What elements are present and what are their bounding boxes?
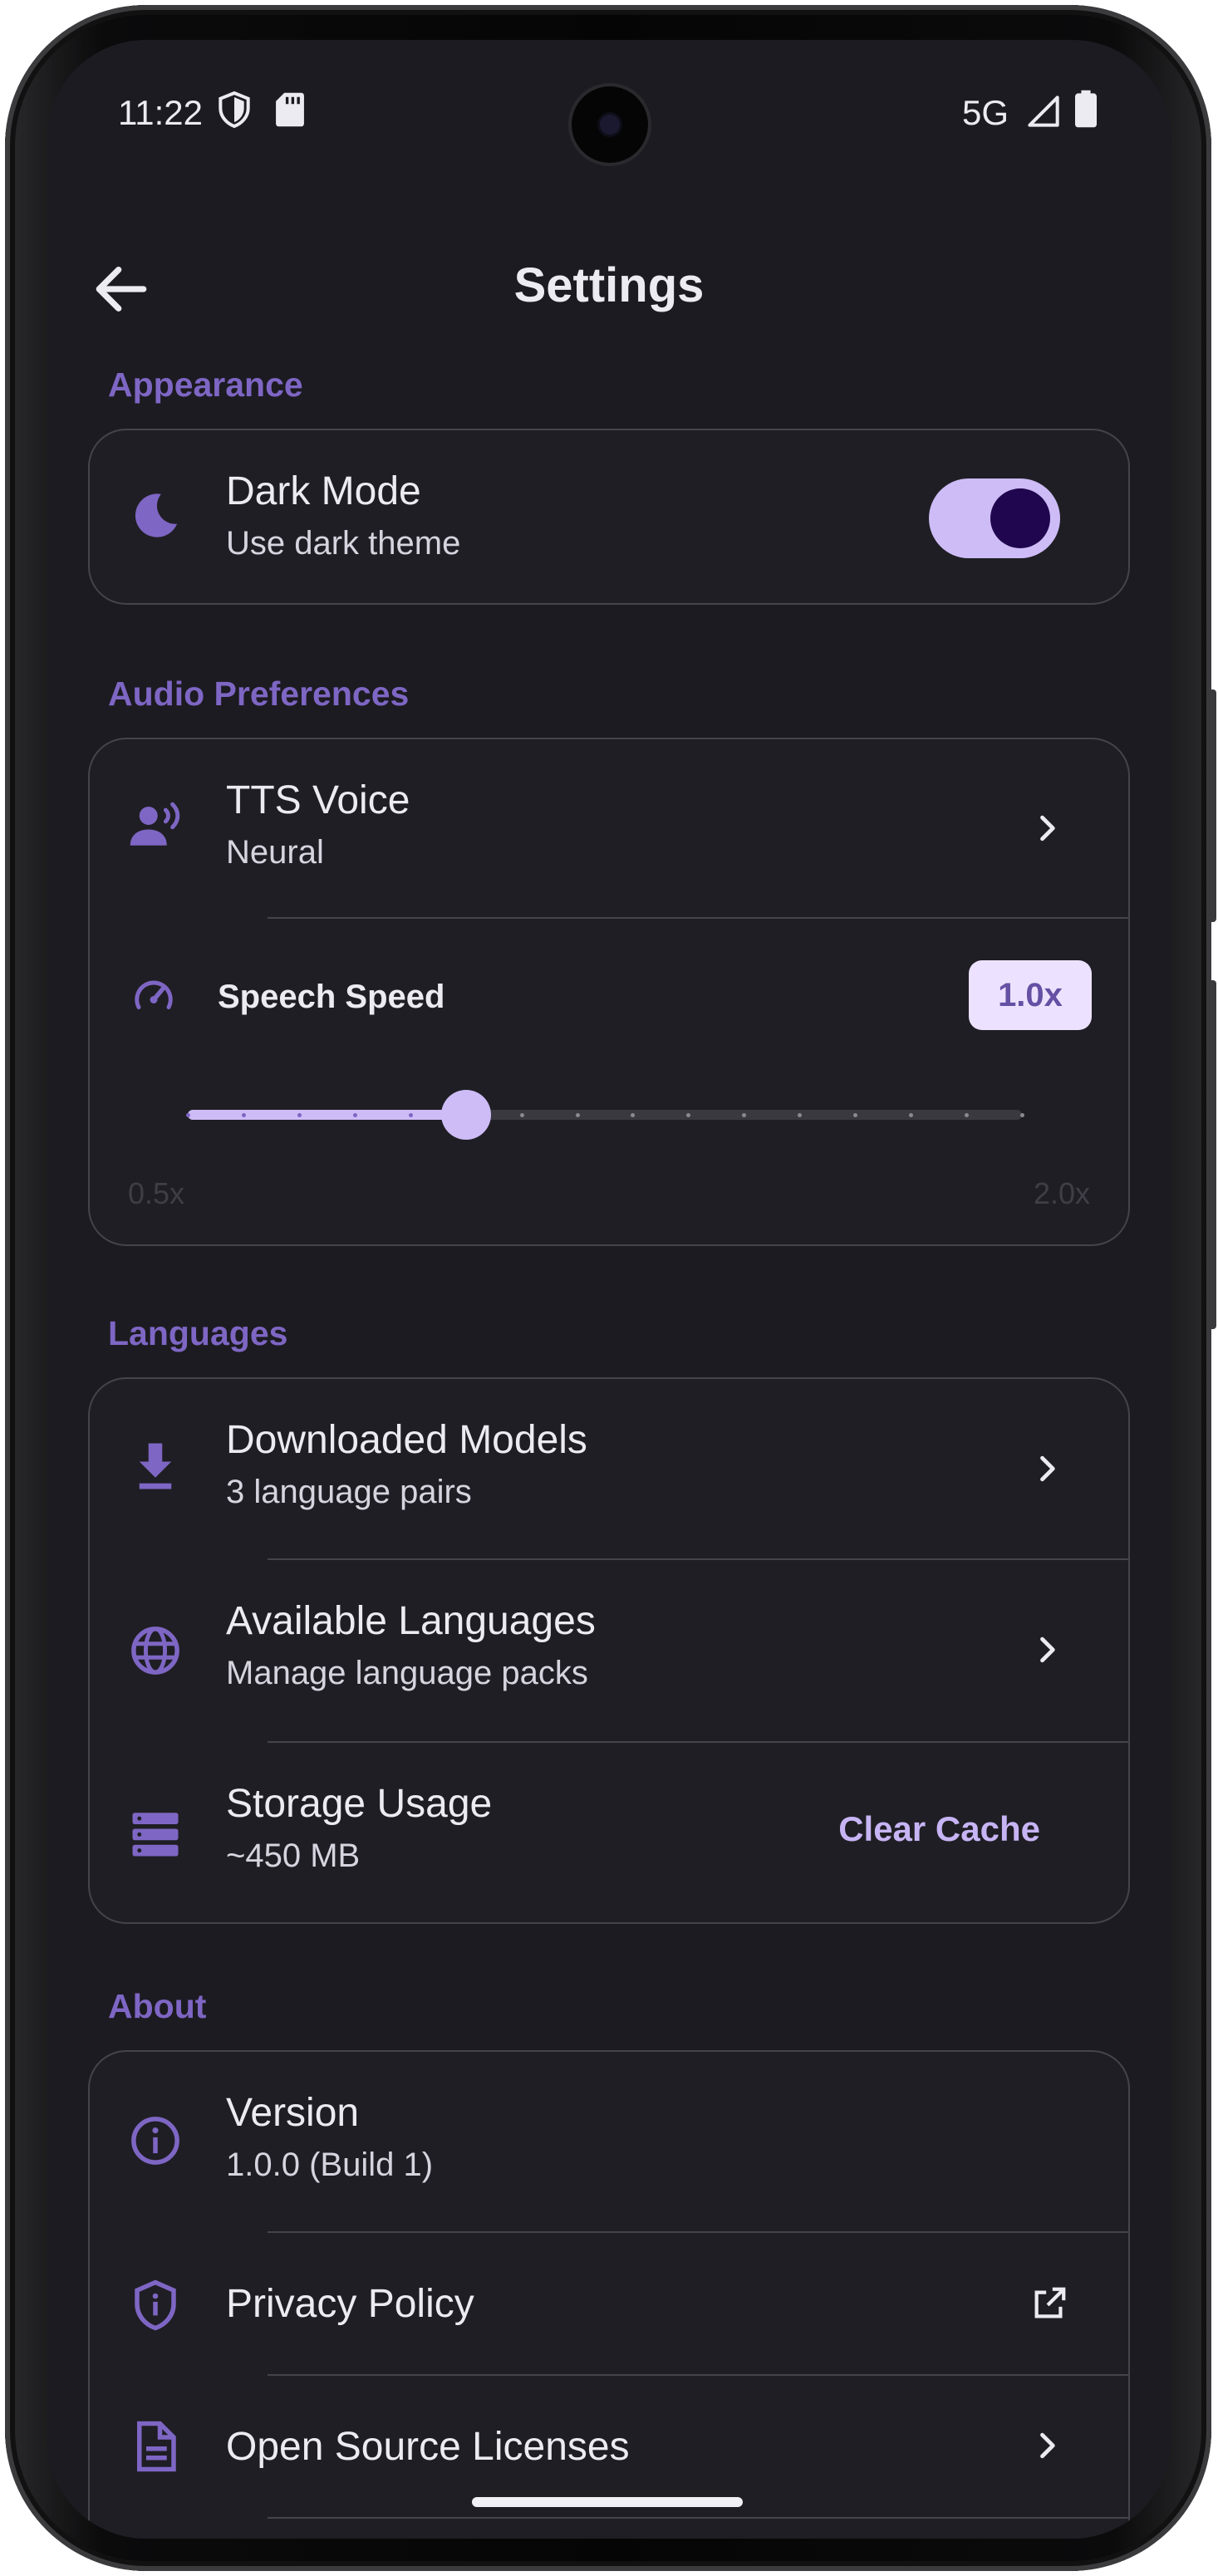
speech-speed-value-badge: 1.0x (969, 960, 1092, 1030)
languages-card: Downloaded Models 3 language pairs Avail… (88, 1377, 1130, 1924)
licenses-title: Open Source Licenses (226, 2425, 630, 2469)
section-label-appearance: Appearance (108, 366, 303, 404)
tts-voice-subtitle: Neural (226, 834, 324, 871)
app-screen: 11:22 5G Settings Appearance Dark Mode U… (47, 40, 1171, 2539)
slider-step-dot (965, 1113, 970, 1117)
toggle-knob (990, 488, 1050, 548)
download-icon (139, 1443, 172, 1489)
slider-step-dot (631, 1113, 636, 1117)
page-title: Settings (513, 258, 705, 312)
slider-step-dot (352, 1113, 357, 1117)
slider-step-dot (1020, 1113, 1024, 1117)
speedometer-icon (135, 980, 173, 1009)
chevron-right-icon (1040, 1636, 1055, 1663)
appearance-card: Dark Mode Use dark theme (88, 429, 1130, 605)
downloaded-models-title: Downloaded Models (226, 1418, 587, 1462)
speech-speed-slider[interactable] (186, 1090, 1024, 1140)
licenses-row[interactable]: Open Source Licenses (90, 2376, 1128, 2517)
globe-icon (131, 1627, 179, 1675)
shield-icon (135, 2279, 176, 2331)
slider-step-dot (575, 1113, 580, 1117)
dark-mode-title: Dark Mode (226, 469, 421, 513)
signal-icon (1027, 95, 1060, 132)
version-subtitle: 1.0.0 (Build 1) (226, 2147, 434, 2183)
slider-step-dot (742, 1113, 747, 1117)
tts-voice-title: TTS Voice (226, 778, 410, 822)
chevron-right-icon (1040, 2432, 1055, 2459)
battery-icon (1075, 90, 1097, 132)
slider-step-dot (519, 1113, 524, 1117)
voice-icon (130, 802, 180, 846)
front-camera (572, 86, 648, 163)
speech-speed-row: Speech Speed 1.0x 0.5x 2.0x (90, 919, 1128, 1244)
sd-card-icon (276, 91, 304, 132)
storage-icon (132, 1813, 179, 1857)
version-title: Version (226, 2091, 360, 2135)
slider-step-dot (853, 1113, 858, 1117)
dark-mode-subtitle: Use dark theme (226, 525, 461, 562)
speed-max-label: 2.0x (1033, 1176, 1090, 1210)
status-time: 11:22 (118, 93, 203, 132)
dark-mode-toggle[interactable] (929, 478, 1060, 558)
slider-step-dot (186, 1113, 190, 1117)
home-indicator[interactable] (472, 2497, 743, 2507)
slider-step-dot (297, 1113, 302, 1117)
network-type: 5G (961, 93, 1009, 132)
slider-step-dot (798, 1113, 803, 1117)
open-external-icon (1034, 2287, 1066, 2318)
side-button (1208, 980, 1216, 1329)
side-button (1208, 689, 1216, 922)
privacy-policy-row[interactable]: Privacy Policy (90, 2233, 1128, 2374)
audio-card: TTS Voice Neural Speech Speed 1.0x 0.5x (88, 738, 1130, 1246)
privacy-policy-title: Privacy Policy (226, 2282, 474, 2326)
info-icon (131, 2117, 179, 2165)
status-bar: 11:22 5G (47, 40, 1171, 189)
available-languages-title: Available Languages (226, 1599, 596, 1643)
phone-frame: 11:22 5G Settings Appearance Dark Mode U… (0, 0, 1218, 2576)
shield-status-icon (218, 91, 251, 132)
available-languages-row[interactable]: Available Languages Manage language pack… (90, 1560, 1128, 1741)
speed-min-label: 0.5x (128, 1176, 185, 1210)
available-languages-subtitle: Manage language packs (226, 1655, 588, 1691)
storage-usage-subtitle: ~450 MB (226, 1838, 361, 1874)
slider-step-dot (408, 1113, 413, 1117)
dark-mode-row[interactable]: Dark Mode Use dark theme (90, 430, 1128, 603)
storage-usage-title: Storage Usage (226, 1782, 493, 1826)
chevron-right-icon (1040, 1455, 1055, 1482)
slider-active-track (188, 1110, 466, 1120)
version-row: Version 1.0.0 (Build 1) (90, 2052, 1128, 2231)
section-label-about: About (108, 1987, 207, 2025)
document-icon (137, 2421, 176, 2472)
about-card: Version 1.0.0 (Build 1) Privacy Policy O… (88, 2050, 1130, 2539)
tts-voice-row[interactable]: TTS Voice Neural (90, 739, 1128, 917)
downloaded-models-row[interactable]: Downloaded Models 3 language pairs (90, 1379, 1128, 1558)
section-label-audio: Audio Preferences (108, 675, 410, 713)
clear-cache-button[interactable]: Clear Cache (838, 1809, 1040, 1849)
downloaded-models-subtitle: 3 language pairs (226, 1474, 472, 1510)
chevron-right-icon (1040, 815, 1055, 841)
storage-usage-row: Storage Usage ~450 MB Clear Cache (90, 1743, 1128, 1922)
slider-thumb[interactable] (440, 1090, 491, 1140)
app-bar: Settings (47, 223, 1171, 356)
slider-step-dot (686, 1113, 691, 1117)
moon-icon (135, 493, 178, 537)
slider-step-dot (241, 1113, 246, 1117)
section-label-languages: Languages (108, 1314, 288, 1352)
slider-step-dot (909, 1113, 914, 1117)
divider (268, 2517, 1128, 2519)
speech-speed-label: Speech Speed (218, 979, 445, 1015)
